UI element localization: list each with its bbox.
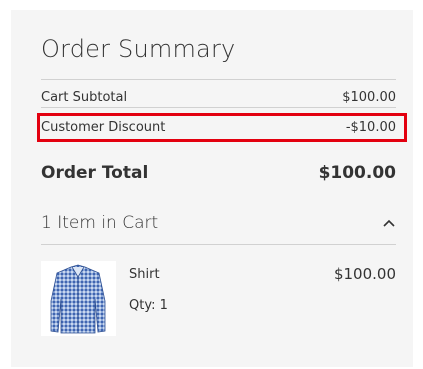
order-summary-title: Order Summary: [41, 35, 236, 63]
discount-row: Customer Discount -$10.00: [41, 118, 396, 136]
discount-label: Customer Discount: [41, 119, 166, 135]
items-in-cart-label: 1 Item in Cart: [41, 213, 159, 233]
divider: [41, 79, 396, 80]
product-price: $100.00: [333, 265, 396, 283]
divider: [41, 244, 396, 245]
subtotal-value: $100.00: [342, 89, 396, 105]
product-name[interactable]: Shirt: [129, 267, 160, 282]
order-total-label: Order Total: [41, 163, 149, 183]
items-in-cart-toggle[interactable]: 1 Item in Cart: [41, 212, 396, 234]
discount-value: -$10.00: [345, 119, 396, 135]
shirt-thumbnail[interactable]: [41, 261, 116, 336]
order-summary-panel: Order Summary Cart Subtotal $100.00 Cust…: [11, 10, 413, 367]
subtotal-row: Cart Subtotal $100.00: [41, 88, 396, 106]
divider: [41, 107, 396, 108]
order-total-value: $100.00: [318, 163, 396, 183]
subtotal-label: Cart Subtotal: [41, 89, 128, 105]
chevron-up-icon[interactable]: [382, 216, 396, 230]
product-qty: Qty: 1: [129, 298, 168, 313]
order-total-row: Order Total $100.00: [41, 162, 396, 184]
